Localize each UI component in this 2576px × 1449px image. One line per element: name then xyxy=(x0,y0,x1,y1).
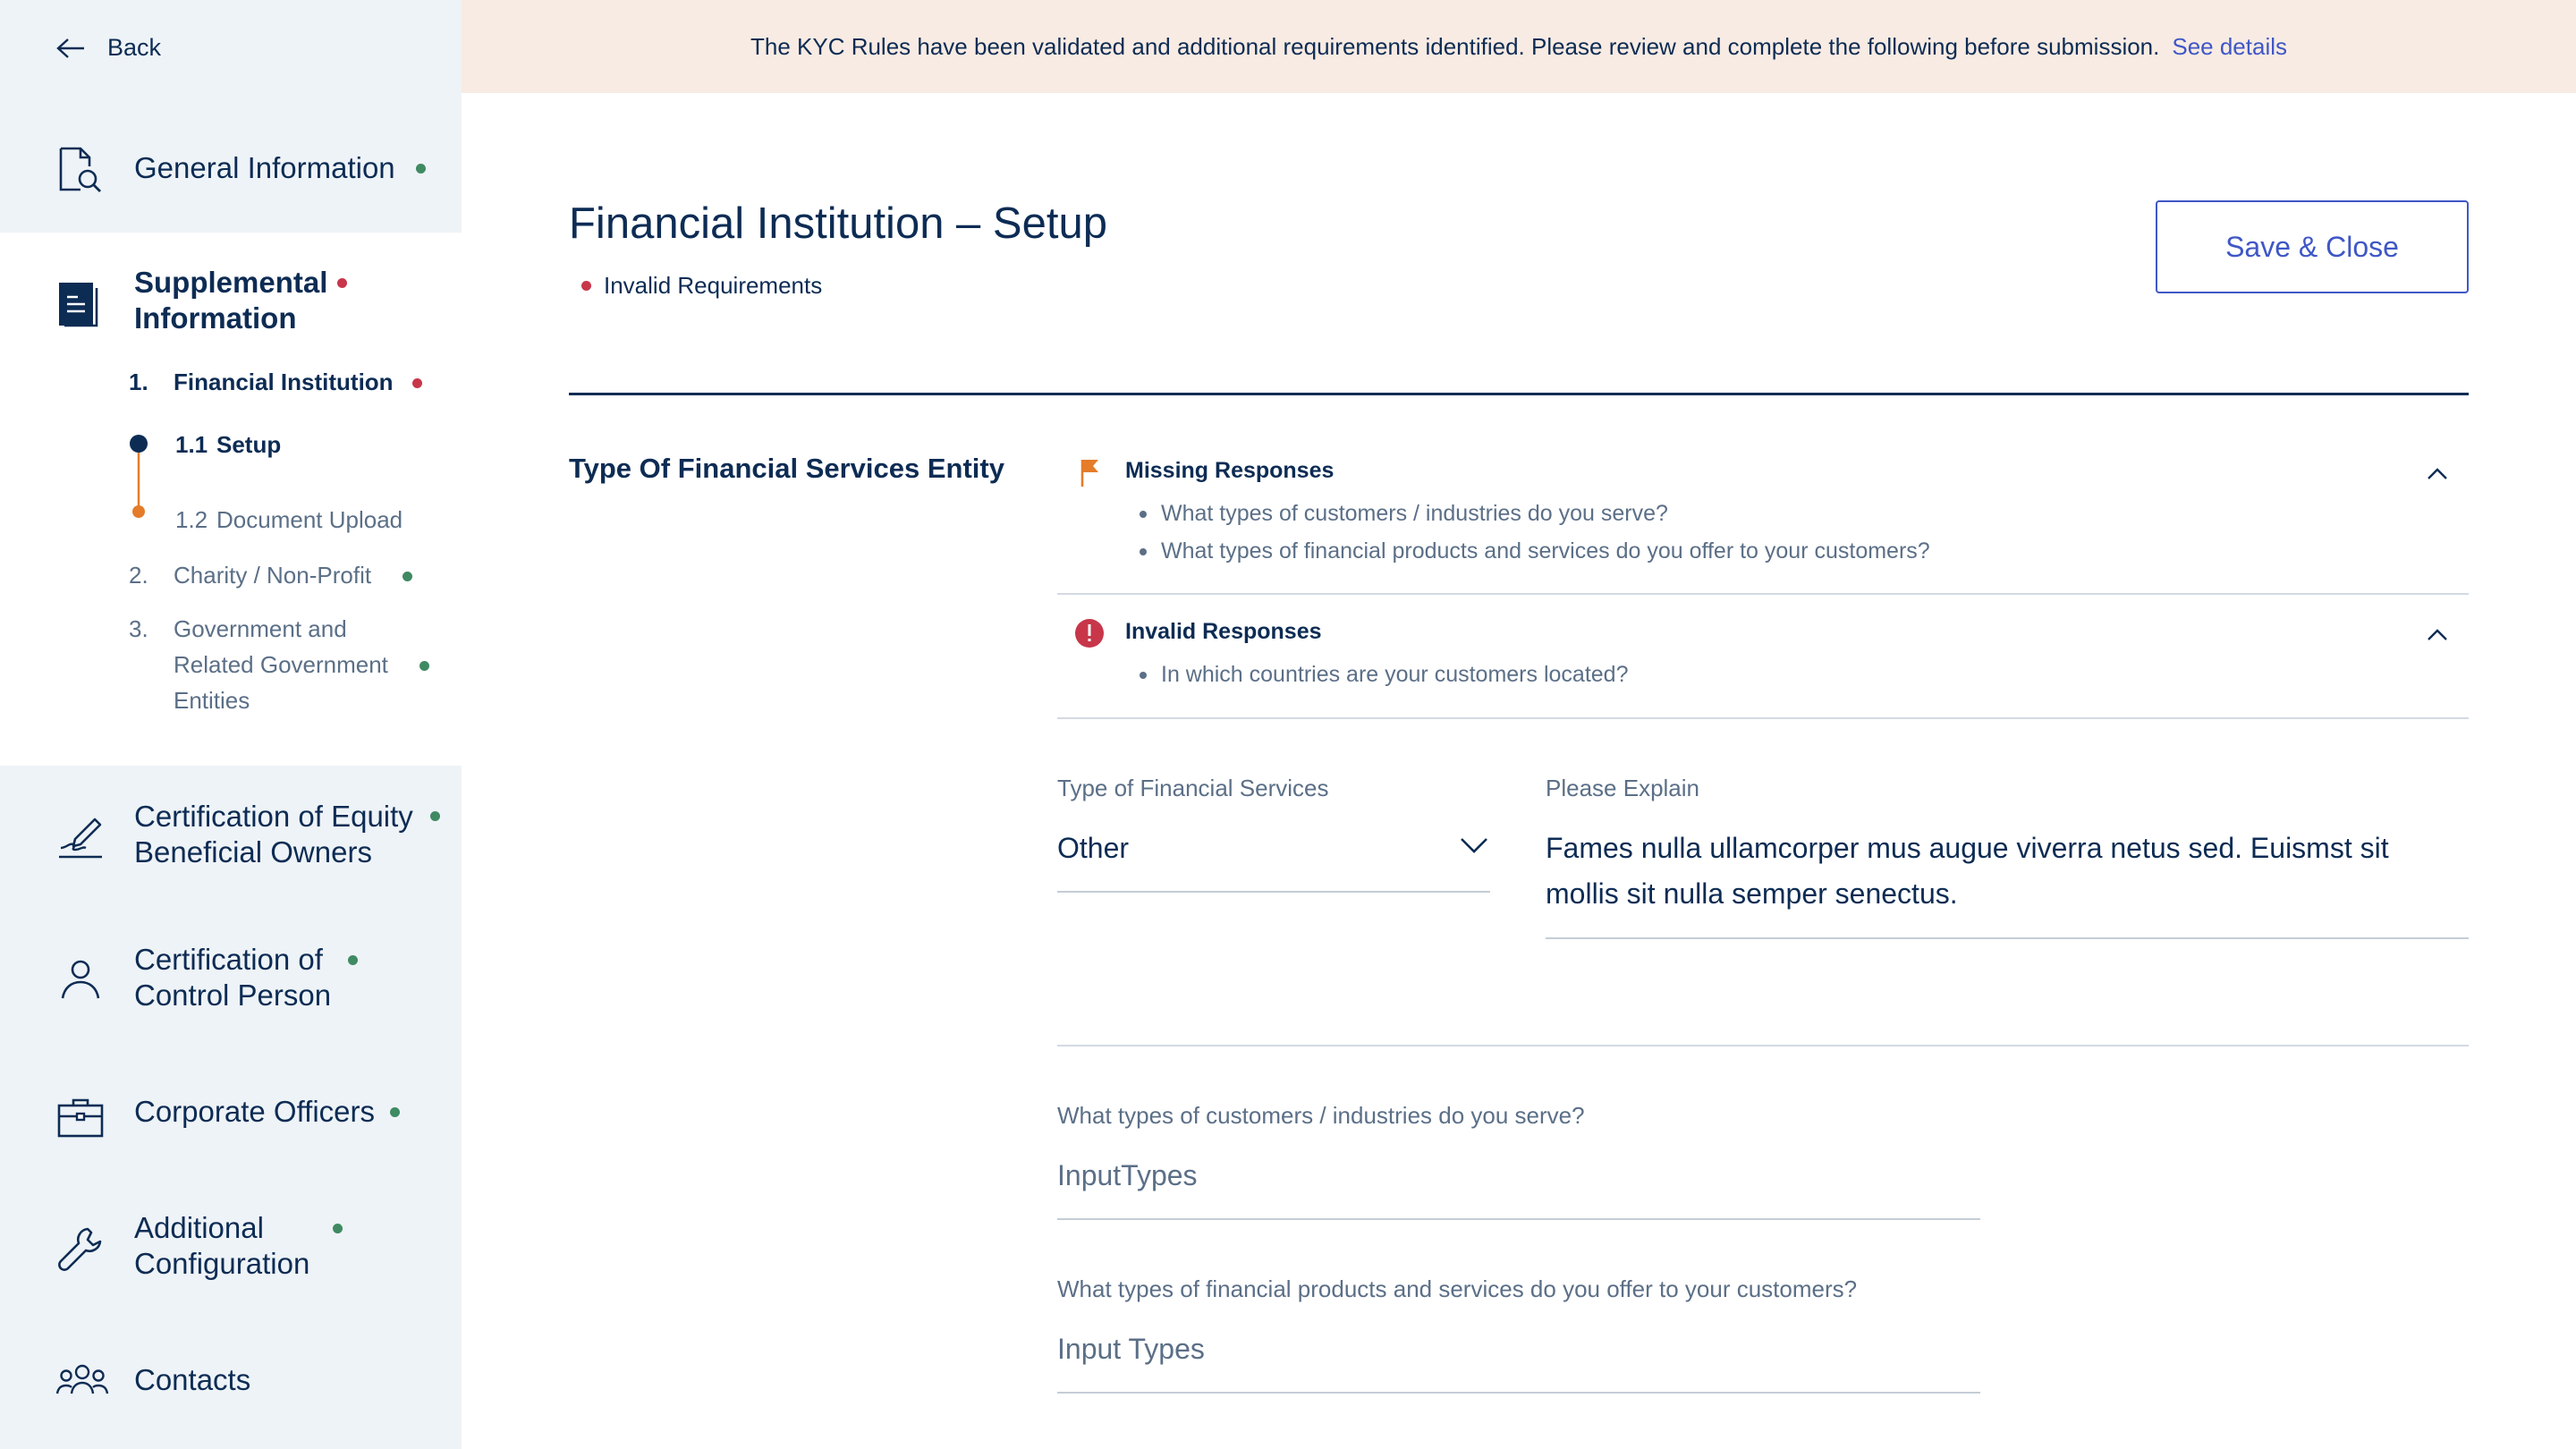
missing-responses-title: Missing Responses xyxy=(1125,458,1335,483)
back-label: Back xyxy=(107,34,162,61)
briefcase-icon xyxy=(57,1098,104,1138)
customers-industries-label: What types of customers / industries do … xyxy=(1057,1102,1585,1129)
supplemental-section: Supplemental Information 1. Financial In… xyxy=(0,233,462,766)
sidebar: Back General Information Supplemental In… xyxy=(0,0,462,1449)
sidebar-item-label: Certification of xyxy=(134,943,323,976)
sub-item-label: Document Upload xyxy=(216,506,403,533)
back-button[interactable]: Back xyxy=(55,34,161,62)
textarea-value-line: Fames nulla ullamcorper mus augue viverr… xyxy=(1546,832,2389,864)
section-title: Type Of Financial Services Entity xyxy=(569,453,1004,484)
chevron-down-icon xyxy=(1461,838,1487,853)
field-underline xyxy=(1057,891,1490,893)
invalid-responses-title: Invalid Responses xyxy=(1125,619,1322,644)
divider xyxy=(1057,717,2469,719)
field-underline xyxy=(1546,937,2469,939)
wrench-icon xyxy=(58,1227,102,1271)
field-underline xyxy=(1057,1392,1980,1394)
person-icon xyxy=(61,960,100,999)
page-title: Financial Institution – Setup xyxy=(569,199,1107,248)
status-dot xyxy=(430,811,440,821)
arrow-left-icon xyxy=(56,38,84,58)
sidebar-item-label: Control Person xyxy=(134,979,332,1012)
textarea-value-line: mollis sit nulla semper senectus. xyxy=(1546,877,1958,910)
sidebar-item-general-information[interactable]: General Information xyxy=(0,134,462,233)
chevron-up-icon[interactable] xyxy=(2424,626,2451,644)
status-text: Invalid Requirements xyxy=(604,272,823,299)
sub-item-label: Government and xyxy=(174,615,347,642)
status-dot xyxy=(416,164,426,174)
list-item: In which countries are your customers lo… xyxy=(1140,662,1628,688)
field-underline xyxy=(1057,1218,1980,1220)
chevron-up-icon[interactable] xyxy=(2424,465,2451,483)
header-divider xyxy=(569,393,2469,395)
flag-icon xyxy=(1080,460,1098,487)
sidebar-item-contacts[interactable]: Contacts xyxy=(0,1342,462,1431)
divider xyxy=(1057,1045,2469,1046)
list-item-text: In which countries are your customers lo… xyxy=(1161,662,1629,687)
sub-item-label: Financial Institution xyxy=(174,369,394,395)
sidebar-item-label: Additional xyxy=(134,1211,264,1244)
sidebar-item-label: Information xyxy=(134,301,297,335)
sub-item-label: Related Government xyxy=(174,651,388,678)
list-item-text: What types of financial products and ser… xyxy=(1161,538,1930,564)
sub-item-number: 1.1 xyxy=(175,431,208,458)
signature-icon xyxy=(59,818,102,859)
select-value: Other xyxy=(1057,832,1130,864)
sub-item-number: 1.2 xyxy=(175,506,208,533)
products-services-label: What types of financial products and ser… xyxy=(1057,1275,1858,1302)
sidebar-item-certification-equity-owners[interactable]: Certification of Equity Beneficial Owner… xyxy=(0,787,462,886)
status-dot xyxy=(390,1107,400,1117)
type-of-services-label: Type of Financial Services xyxy=(1057,775,1329,801)
status-dot xyxy=(333,1224,343,1233)
status-indicator: Invalid Requirements xyxy=(581,272,822,300)
sidebar-item-corporate-officers[interactable]: Corporate Officers xyxy=(0,1073,462,1172)
sidebar-item-label: Contacts xyxy=(134,1363,251,1396)
sub-item-number: 3. xyxy=(129,615,148,642)
status-dot xyxy=(419,661,429,671)
sidebar-item-label: General Information xyxy=(134,151,395,184)
input-placeholder: Input Types xyxy=(1057,1333,1205,1365)
list-item: What types of customers / industries do … xyxy=(1140,501,1668,527)
error-alert-icon xyxy=(1075,619,1104,648)
banner-message: The KYC Rules have been validated and ad… xyxy=(750,32,2160,60)
sidebar-item-label: Configuration xyxy=(134,1247,310,1280)
document-search-icon xyxy=(59,147,101,192)
status-dot xyxy=(412,378,422,388)
people-group-icon xyxy=(55,1364,109,1394)
sidebar-item-label: Beneficial Owners xyxy=(134,835,372,869)
validation-banner: The KYC Rules have been validated and ad… xyxy=(462,0,2576,93)
list-item-text: What types of customers / industries do … xyxy=(1161,501,1668,526)
status-dot xyxy=(348,955,358,965)
sidebar-item-supplemental-information[interactable]: Supplemental Information xyxy=(0,233,462,340)
see-details-link[interactable]: See details xyxy=(2172,33,2287,61)
document-list-icon xyxy=(59,283,98,327)
input-placeholder: InputTypes xyxy=(1057,1159,1198,1191)
step-progress-line xyxy=(130,435,148,518)
sub-item-label: Entities xyxy=(174,687,250,714)
sub-item-label: Charity / Non-Profit xyxy=(174,562,372,589)
list-item: What types of financial products and ser… xyxy=(1140,538,1930,564)
save-close-button[interactable]: Save & Close xyxy=(2156,200,2469,293)
status-dot xyxy=(581,281,591,291)
please-explain-label: Please Explain xyxy=(1546,775,1699,801)
status-dot xyxy=(337,278,347,288)
sidebar-item-label: Supplemental xyxy=(134,266,328,299)
status-dot xyxy=(402,572,412,581)
divider xyxy=(1057,593,2469,595)
sidebar-item-label: Certification of Equity xyxy=(134,800,413,833)
sidebar-item-label: Corporate Officers xyxy=(134,1095,375,1128)
sub-item-number: 1. xyxy=(129,369,148,395)
sub-item-number: 2. xyxy=(129,562,148,589)
sidebar-item-additional-configuration[interactable]: Additional Configuration xyxy=(0,1208,462,1306)
sub-item-label: Setup xyxy=(216,431,282,458)
sidebar-item-certification-control-person[interactable]: Certification of Control Person xyxy=(0,930,462,1029)
